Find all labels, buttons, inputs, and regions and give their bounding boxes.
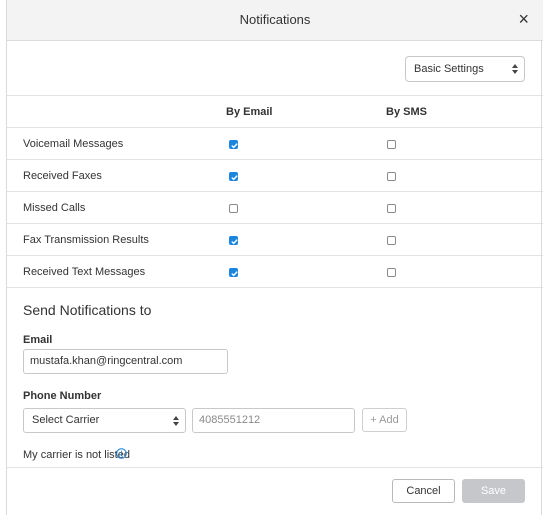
info-icon[interactable] <box>116 448 127 459</box>
send-notifications-title: Send Notifications to <box>23 302 152 318</box>
column-header-sms: By SMS <box>386 106 427 118</box>
sms-checkbox[interactable] <box>387 204 396 213</box>
sms-checkbox[interactable] <box>387 236 396 245</box>
divider <box>7 287 543 288</box>
divider <box>7 255 543 256</box>
carrier-select[interactable]: Select Carrier <box>23 408 186 433</box>
row-label: Received Text Messages <box>23 266 146 278</box>
select-arrows-icon <box>173 416 179 426</box>
divider <box>7 159 543 160</box>
row-label: Received Faxes <box>23 170 102 182</box>
divider <box>7 127 543 128</box>
email-checkbox[interactable] <box>229 204 238 213</box>
select-arrows-icon <box>512 64 518 74</box>
notifications-dialog: Notifications × Basic Settings By Email … <box>6 0 543 515</box>
sms-checkbox[interactable] <box>387 268 396 277</box>
email-label: Email <box>23 334 53 346</box>
divider <box>7 223 543 224</box>
dialog-header: Notifications × <box>7 0 543 41</box>
email-checkbox[interactable] <box>229 172 238 181</box>
carrier-not-listed-link[interactable]: My carrier is not listed <box>23 449 130 461</box>
close-icon[interactable]: × <box>518 9 529 29</box>
add-phone-button[interactable]: + Add <box>362 408 407 432</box>
email-checkbox[interactable] <box>229 268 238 277</box>
email-field[interactable]: mustafa.khan@ringcentral.com <box>23 349 228 374</box>
column-header-email: By Email <box>226 106 273 118</box>
email-checkbox[interactable] <box>229 236 238 245</box>
divider <box>7 95 543 96</box>
row-label: Fax Transmission Results <box>23 234 149 246</box>
phone-number-input[interactable]: 4085551212 <box>192 408 355 433</box>
row-label: Missed Calls <box>23 202 86 214</box>
sms-checkbox[interactable] <box>387 172 396 181</box>
dialog-title: Notifications <box>239 12 311 27</box>
divider <box>7 467 543 468</box>
row-label: Voicemail Messages <box>23 138 124 150</box>
divider <box>7 191 543 192</box>
settings-select-value: Basic Settings <box>414 63 484 75</box>
carrier-select-value: Select Carrier <box>32 414 100 426</box>
settings-select[interactable]: Basic Settings <box>405 56 525 82</box>
phone-number-label: Phone Number <box>23 390 102 402</box>
email-checkbox[interactable] <box>229 140 238 149</box>
cancel-button[interactable]: Cancel <box>392 479 455 503</box>
sms-checkbox[interactable] <box>387 140 396 149</box>
save-button[interactable]: Save <box>462 479 525 503</box>
